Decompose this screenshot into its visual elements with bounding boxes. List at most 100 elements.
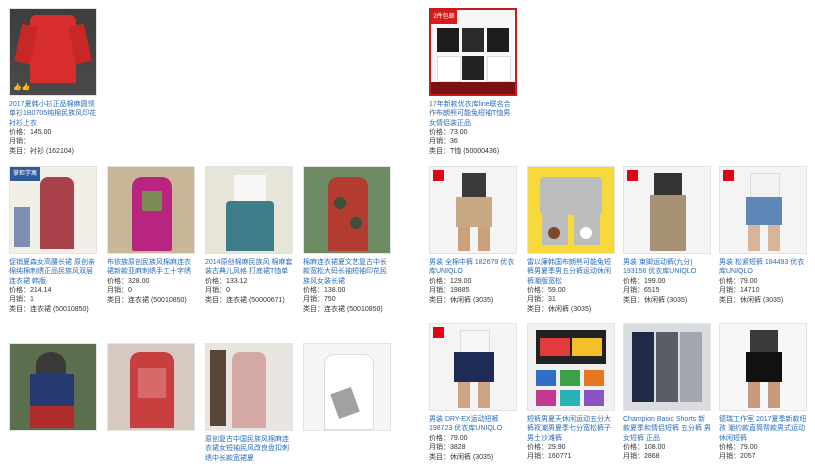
price-label: 价格：: [527, 444, 548, 451]
product-thumbnail[interactable]: [303, 166, 391, 254]
product-title-link[interactable]: 17年新款优衣库line联名合作布朗熊可能兔短袖T恤男女情侣装正品: [429, 100, 517, 128]
product-card[interactable]: 短裤男夏天休闲运动五分大裤衩潮男夏季七分宽松裤子男士沙滩裤 价格：29.90 月…: [527, 323, 615, 462]
product-card[interactable]: 2件包邮 17年新款优衣库line联名合作布朗熊可能兔短袖T恤男女情侣装正品 价…: [429, 8, 517, 156]
product-card[interactable]: 男装 松紧短裤 184493 优衣库UNIQLO 价格：79.00 月销：147…: [719, 166, 807, 305]
product-card[interactable]: 👍👍 2017夏韩小衫正品棉麻圆领单衫1B0705纯棉民族风印花衬衫上衣 价格：…: [9, 8, 97, 156]
price-value: 138.00: [324, 287, 346, 294]
price-value: 108.00: [644, 444, 666, 451]
product-title-link[interactable]: 男装 全棉中裤 182679 优衣库UNIQLO: [429, 258, 517, 277]
sales-value: 2057: [740, 453, 756, 461]
price-value: 79.00: [450, 435, 468, 442]
category-value: T恤 (50000436): [450, 147, 500, 155]
category-value: 连衣裙 (50010850): [128, 296, 187, 304]
product-title-link[interactable]: Champion Basic Shorts 新款夏季和情侣短裤 五分裤 男女短裤…: [623, 415, 711, 443]
product-card[interactable]: [107, 343, 195, 431]
product-title-link[interactable]: 2014原创棉麻民族风 棉麻套装古典儿风格 打底裙T恤单衫正品: [205, 258, 293, 277]
product-title-link[interactable]: 布依族原创民族风棉麻连衣裙新款亚麻刺绣手工十字绣连衣裙: [107, 258, 195, 277]
uniqlo-logo: [627, 170, 638, 181]
price-value: 328.00: [128, 278, 150, 285]
category-value: 休闲裤 (3035): [450, 453, 494, 461]
product-thumbnail[interactable]: [303, 343, 391, 431]
category-label: 类目：: [527, 305, 548, 313]
product-title-link[interactable]: 德瑞工作室 2017夏季新款纽孩 潮约款直筒帮款男式运动休闲短裤: [719, 415, 807, 443]
product-title-link[interactable]: 2017夏韩小衫正品棉麻圆领单衫1B0705纯棉民族风印花衬衫上衣: [9, 100, 97, 128]
product-card[interactable]: 男装 DRY-EX运动短裤 198723 优衣库UNIQLO 价格：79.00 …: [429, 323, 517, 462]
product-thumbnail[interactable]: [429, 323, 517, 411]
product-title-link[interactable]: 男装 束脚运动裤(九分) 193156 优衣库UNIQLO: [623, 258, 711, 277]
product-card[interactable]: [303, 343, 391, 431]
product-card[interactable]: 棉麻连衣裙夏文艺复古中长款宽松大码长袖短袖印花民族风女装长裙 价格：138.00…: [303, 166, 391, 314]
category-value: 休闲裤 (3035): [740, 296, 784, 304]
product-card[interactable]: 男装 全棉中裤 182679 优衣库UNIQLO 价格：129.00 月销：19…: [429, 166, 517, 305]
price-value: 59.00: [548, 287, 566, 294]
product-card[interactable]: 德瑞工作室 2017夏季新款纽孩 潮约款直筒帮款男式运动休闲短裤 价格：79.0…: [719, 323, 807, 462]
price-label: 价格：: [623, 444, 644, 451]
price-value: 73.00: [450, 129, 468, 136]
product-thumbnail[interactable]: [623, 323, 711, 411]
product-card[interactable]: 布依族原创民族风棉麻连衣裙新款亚麻刺绣手工十字绣连衣裙 价格：328.00 月销…: [107, 166, 195, 305]
product-thumbnail[interactable]: [205, 343, 293, 431]
product-thumbnail[interactable]: [205, 166, 293, 254]
product-thumbnail[interactable]: [527, 166, 615, 254]
category-value: 连衣裙 (50010850): [324, 305, 383, 313]
sales-label: 月销：: [719, 287, 740, 295]
product-title-link[interactable]: 促销夏森女高腰长裙 原创亲棉纯棉刺绣正品民族风双层连衣裙 韩版: [9, 258, 97, 286]
sales-value: 19885: [450, 287, 470, 295]
product-title-link[interactable]: 短裤男夏天休闲运动五分大裤衩潮男夏季七分宽松裤子男士沙滩裤: [527, 415, 615, 443]
category-value: 衬衫 (162104): [30, 147, 74, 155]
sales-label: 月销：: [429, 444, 450, 452]
sales-label: 月销：: [107, 287, 128, 295]
price-label: 价格：: [107, 278, 128, 285]
product-card[interactable]: 掌柜学寓 促销夏森女高腰长裙 原创亲棉纯棉刺绣正品民族风双层连衣裙 韩版 价格：…: [9, 166, 97, 314]
product-thumbnail[interactable]: [107, 166, 195, 254]
sales-label: 月销：: [527, 453, 548, 461]
product-title-link[interactable]: 男装 松紧短裤 184493 优衣库UNIQLO: [719, 258, 807, 277]
category-value: 连衣裙 (50000671): [226, 296, 285, 304]
product-thumbnail[interactable]: [107, 343, 195, 431]
product-title-link[interactable]: 男装 DRY-EX运动短裤 198723 优衣库UNIQLO: [429, 415, 517, 434]
price-label: 价格：: [527, 287, 548, 294]
price-value: 129.00: [450, 278, 472, 285]
category-label: 类目：: [719, 296, 740, 304]
product-thumbnail[interactable]: [719, 323, 807, 411]
price-label: 价格：: [9, 129, 30, 136]
product-card[interactable]: 原创复古中国民族风棉麻连衣裙女短袖民风改良盘扣刺绣中长款宽裙夏: [205, 343, 293, 463]
product-thumbnail[interactable]: 2件包邮: [429, 8, 517, 96]
price-value: 133.12: [226, 278, 248, 285]
product-thumbnail[interactable]: 👍👍: [9, 8, 97, 96]
category-label: 类目：: [9, 305, 30, 313]
sales-value: 0: [128, 287, 132, 295]
product-card[interactable]: 雷以廉韩国布朗熊可能兔短裤男夏季男五分裤运动休闲裤潮版宽松 价格：59.00 月…: [527, 166, 615, 314]
sales-label: 月销：: [623, 287, 644, 295]
sales-label: 月销：: [303, 296, 324, 304]
product-card[interactable]: Champion Basic Shorts 新款夏季和情侣短裤 五分裤 男女短裤…: [623, 323, 711, 462]
category-label: 类目：: [429, 453, 450, 461]
price-label: 价格：: [429, 129, 450, 136]
sales-label: 月销：: [623, 453, 644, 461]
product-title-link[interactable]: 雷以廉韩国布朗熊可能兔短裤男夏季男五分裤运动休闲裤潮版宽松: [527, 258, 615, 286]
product-thumbnail[interactable]: 掌柜学寓: [9, 166, 97, 254]
product-thumbnail[interactable]: [429, 166, 517, 254]
product-thumbnail[interactable]: [527, 323, 615, 411]
product-thumbnail[interactable]: [623, 166, 711, 254]
price-value: 79.00: [740, 278, 758, 285]
uniqlo-logo: [723, 170, 734, 181]
price-label: 价格：: [719, 278, 740, 285]
price-value: 79.00: [740, 444, 758, 451]
product-title-link[interactable]: 原创复古中国民族风棉麻连衣裙女短袖民风改良盘扣刺绣中长款宽裙夏: [205, 435, 293, 463]
product-card[interactable]: [9, 343, 97, 431]
product-title-link[interactable]: 棉麻连衣裙夏文艺复古中长款宽松大码长袖短袖印花民族风女装长裙: [303, 258, 391, 286]
product-card[interactable]: 2014原创棉麻民族风 棉麻套装古典儿风格 打底裙T恤单衫正品 价格：133.1…: [205, 166, 293, 305]
product-thumbnail[interactable]: [719, 166, 807, 254]
sales-label: 月销：: [9, 296, 30, 304]
product-card[interactable]: 男装 束脚运动裤(九分) 193156 优衣库UNIQLO 价格：199.00 …: [623, 166, 711, 305]
sales-label: 月销：: [429, 287, 450, 295]
category-value: 连衣裙 (50010850): [30, 305, 89, 313]
sales-label: 月销：: [205, 287, 226, 295]
product-thumbnail[interactable]: [9, 343, 97, 431]
sales-value: 3828: [450, 444, 466, 452]
category-value: 休闲裤 (3035): [644, 296, 688, 304]
sales-value: 160771: [548, 453, 572, 461]
sales-value: 1: [30, 296, 34, 304]
sales-label: 月销：: [527, 296, 548, 304]
